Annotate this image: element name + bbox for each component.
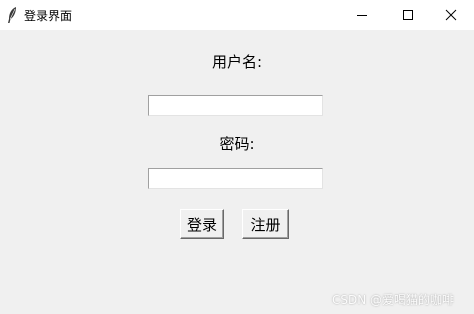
username-input[interactable] (148, 95, 323, 116)
maximize-icon (402, 6, 414, 25)
title-bar[interactable]: 登录界面 (0, 0, 474, 30)
login-window: 登录界面 用户名: 密码: 登录 注册 CSDN @爱喝猫的咖啡 (0, 0, 474, 314)
close-button[interactable] (428, 0, 474, 30)
login-button[interactable]: 登录 (180, 209, 224, 239)
watermark: CSDN @爱喝猫的咖啡 (331, 293, 454, 307)
feather-icon (6, 6, 18, 24)
username-label: 用户名: (211, 53, 263, 71)
password-input[interactable] (148, 168, 323, 189)
form-area: 用户名: 密码: 登录 注册 CSDN @爱喝猫的咖啡 (0, 30, 474, 314)
maximize-button[interactable] (385, 0, 431, 30)
minimize-icon (356, 6, 368, 25)
window-title: 登录界面 (24, 9, 73, 23)
close-icon (445, 6, 457, 25)
minimize-button[interactable] (339, 0, 385, 30)
password-label: 密码: (219, 135, 255, 153)
register-button[interactable]: 注册 (242, 209, 289, 239)
